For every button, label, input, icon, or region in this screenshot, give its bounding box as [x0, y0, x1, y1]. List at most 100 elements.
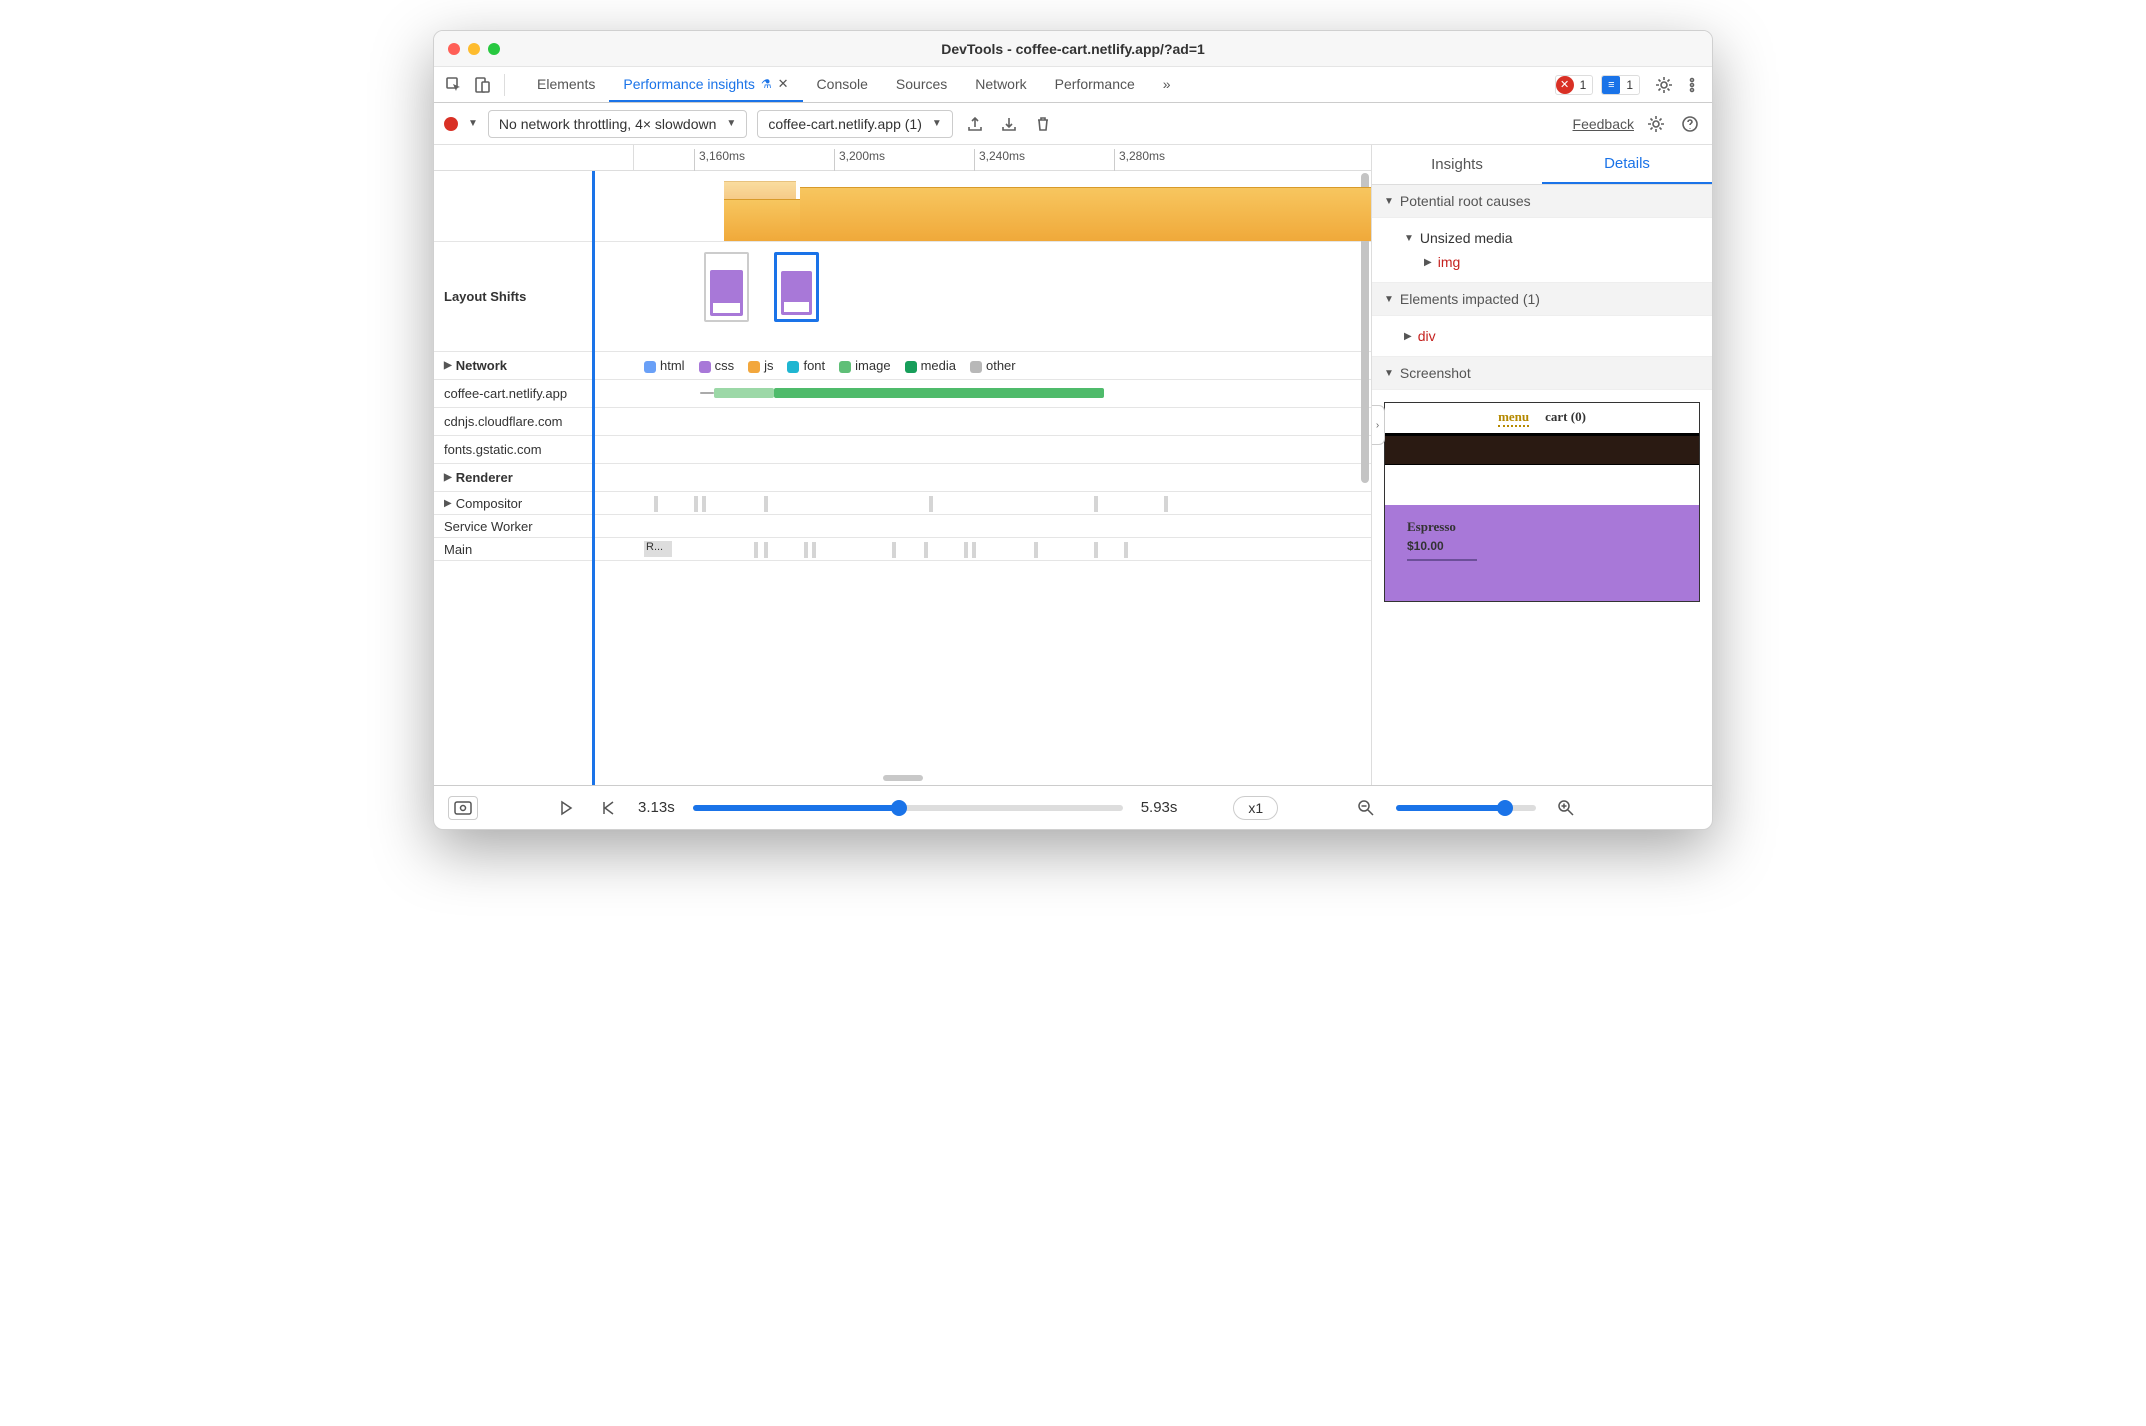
tab-label: Console [817, 76, 868, 92]
task-tick[interactable] [694, 496, 698, 512]
legend-label: font [803, 358, 825, 373]
legend-swatch-css [699, 361, 711, 373]
host-label: coffee-cart.netlify.app [434, 380, 634, 407]
playhead-indicator[interactable] [592, 171, 595, 785]
row-label[interactable]: ▶Network [434, 352, 634, 379]
item-unsized-media[interactable]: ▼Unsized media [1384, 226, 1700, 250]
skip-to-start-button[interactable] [596, 796, 620, 820]
ruler-tick: 3,200ms [834, 149, 885, 171]
messages-badge[interactable]: ≡ 1 [1601, 75, 1640, 95]
target-label: coffee-cart.netlify.app (1) [768, 116, 922, 132]
target-dropdown[interactable]: coffee-cart.netlify.app (1) ▼ [757, 110, 952, 138]
time-slider[interactable] [693, 805, 1123, 811]
net-bar-stub[interactable] [700, 392, 714, 394]
section-title: Potential root causes [1400, 193, 1531, 209]
impacted-content: ▶ div [1372, 316, 1712, 357]
inspect-element-icon[interactable] [442, 73, 466, 97]
zoom-out-button[interactable] [1354, 796, 1378, 820]
layout-shift-thumb-selected[interactable] [774, 252, 819, 322]
task-tick[interactable] [892, 542, 896, 558]
help-icon[interactable] [1678, 112, 1702, 136]
legend-label: html [660, 358, 685, 373]
row-label[interactable]: ▶Renderer [434, 464, 634, 491]
tab-label: Performance [1055, 76, 1135, 92]
task-tick[interactable] [804, 542, 808, 558]
task-tick[interactable] [924, 542, 928, 558]
section-elements-impacted[interactable]: ▼Elements impacted (1) [1372, 283, 1712, 316]
settings-icon[interactable] [1652, 73, 1676, 97]
task-tick[interactable] [1094, 496, 1098, 512]
task-tick[interactable] [1124, 542, 1128, 558]
task-tick[interactable] [1094, 542, 1098, 558]
tab-network[interactable]: Network [961, 67, 1040, 102]
task-tick[interactable] [1034, 542, 1038, 558]
task-tick[interactable] [812, 542, 816, 558]
horizontal-scrollbar[interactable] [883, 775, 923, 781]
section-root-causes[interactable]: ▼Potential root causes [1372, 185, 1712, 218]
feedback-link[interactable]: Feedback [1573, 116, 1634, 132]
zoom-in-button[interactable] [1554, 796, 1578, 820]
titlebar: DevTools - coffee-cart.netlify.app/?ad=1 [434, 31, 1712, 67]
slider-handle[interactable] [891, 800, 907, 816]
tab-details[interactable]: Details [1542, 145, 1712, 184]
legend-swatch-other [970, 361, 982, 373]
kebab-menu-icon[interactable] [1680, 73, 1704, 97]
tab-label: Network [975, 76, 1026, 92]
import-icon[interactable] [997, 112, 1021, 136]
legend-label: image [855, 358, 890, 373]
errors-badge[interactable]: ✕ 1 [1555, 75, 1594, 95]
task-tick[interactable] [929, 496, 933, 512]
main-content: 3,160ms 3,200ms 3,240ms 3,280ms [434, 145, 1712, 785]
record-dropdown-icon[interactable]: ▼ [468, 118, 478, 129]
timeline-body[interactable]: Layout Shifts ▶Network html css js font … [434, 171, 1371, 785]
task-tick[interactable] [764, 542, 768, 558]
item-div[interactable]: ▶ div [1384, 324, 1700, 348]
tab-performance-insights[interactable]: Performance insights ⚗ ✕ [609, 67, 802, 102]
item-img[interactable]: ▶img [1384, 250, 1700, 274]
play-button[interactable] [554, 796, 578, 820]
timeline-panel: 3,160ms 3,200ms 3,240ms 3,280ms [434, 145, 1372, 785]
tab-insights[interactable]: Insights [1372, 145, 1542, 184]
legend-swatch-js [748, 361, 760, 373]
tab-elements[interactable]: Elements [523, 67, 609, 102]
playback-speed[interactable]: x1 [1233, 796, 1278, 820]
task-tick[interactable] [654, 496, 658, 512]
row-label[interactable]: ▶Compositor [434, 492, 634, 514]
ruler-tick: 3,280ms [1114, 149, 1165, 171]
task-tick[interactable] [972, 542, 976, 558]
layout-shift-thumb[interactable] [704, 252, 749, 322]
time-start-label: 3.13s [638, 799, 675, 816]
tab-console[interactable]: Console [803, 67, 882, 102]
record-button[interactable] [444, 117, 458, 131]
net-bar-light[interactable] [714, 388, 774, 398]
tab-sources[interactable]: Sources [882, 67, 961, 102]
task-tick[interactable] [702, 496, 706, 512]
task-tick[interactable] [754, 542, 758, 558]
section-screenshot[interactable]: ▼Screenshot [1372, 357, 1712, 390]
task-tick[interactable] [764, 496, 768, 512]
time-ruler[interactable]: 3,160ms 3,200ms 3,240ms 3,280ms [434, 145, 1371, 171]
zoom-slider[interactable] [1396, 805, 1536, 811]
main-task[interactable]: R... [644, 541, 672, 557]
device-toolbar-icon[interactable] [470, 73, 494, 97]
flame-segment[interactable] [800, 187, 1371, 241]
task-tick[interactable] [964, 542, 968, 558]
task-tick[interactable] [1164, 496, 1168, 512]
tab-performance[interactable]: Performance [1041, 67, 1149, 102]
element-tag: div [1418, 328, 1436, 344]
delete-icon[interactable] [1031, 112, 1055, 136]
net-bar[interactable] [774, 388, 1104, 398]
more-tabs-button[interactable]: » [1149, 67, 1185, 102]
chevron-right-icon: ▶ [1404, 331, 1412, 342]
export-icon[interactable] [963, 112, 987, 136]
tab-label: Elements [537, 76, 595, 92]
slider-handle[interactable] [1497, 800, 1513, 816]
collapse-panel-button[interactable]: › [1372, 405, 1385, 445]
toggle-preview-button[interactable] [448, 796, 478, 820]
section-title: Screenshot [1400, 365, 1471, 381]
close-tab-icon[interactable]: ✕ [778, 76, 789, 92]
toolbar-settings-icon[interactable] [1644, 112, 1668, 136]
throttling-dropdown[interactable]: No network throttling, 4× slowdown ▼ [488, 110, 747, 138]
time-end-label: 5.93s [1141, 799, 1178, 816]
flame-segment[interactable] [724, 181, 796, 199]
